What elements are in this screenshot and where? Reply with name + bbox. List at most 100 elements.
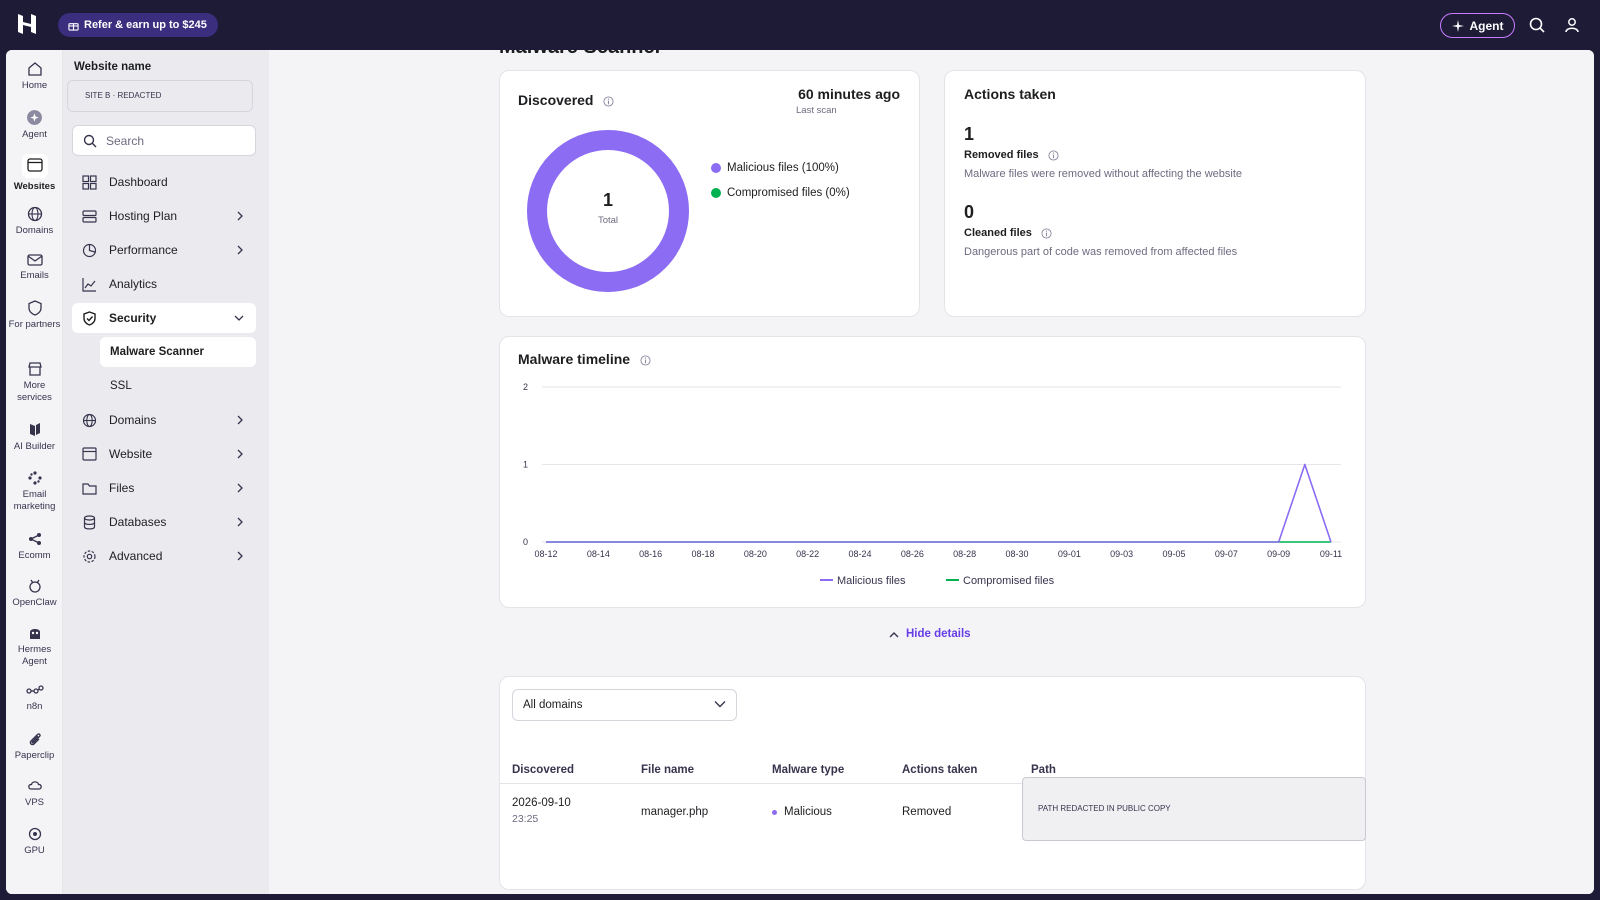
refer-earn-button[interactable]: Refer & earn up to $245 [58,13,218,37]
sidebar-item-label: Website [109,447,153,461]
websites-icon [26,157,43,172]
discovered-donut-chart: 1 Total [527,130,689,292]
row-path-text: PATH REDACTED IN PUBLIC COPY [1038,804,1171,813]
sidebar-item-hosting-plan[interactable]: Hosting Plan [72,201,256,231]
rail-emails[interactable]: Emails [6,253,63,282]
last-scan-label: Last scan [796,105,837,116]
info-icon[interactable] [603,96,614,107]
removed-label: Removed files [964,149,1039,161]
chevron-down-icon [714,701,726,708]
sidebar-item-dashboard[interactable]: Dashboard [72,167,256,197]
malware-table-card: All domains Discovered File name Malware… [499,676,1366,890]
rail-openclaw[interactable]: OpenClaw [6,578,63,609]
search-placeholder: Search [106,133,145,148]
x-tick-label: 08-28 [953,549,976,559]
sidebar-item-files[interactable]: Files [72,473,256,503]
sidebar-item-databases[interactable]: Databases [72,507,256,537]
x-tick-label: 08-14 [587,549,610,559]
gpu-icon [28,827,41,841]
chevron-right-icon [237,483,243,493]
domain-filter-value: All domains [523,699,583,711]
rail-label: OpenClaw [12,597,57,608]
rail-label: For partners [8,319,61,330]
hostinger-logo[interactable] [16,12,38,36]
sidebar-search-input[interactable]: Search [72,125,256,156]
y-tick-label: 2 [523,382,528,392]
row-malware-type-label: Malicious [784,806,832,818]
agent-icon [27,110,42,125]
sidebar-item-label: Domains [109,413,157,427]
rail-websites[interactable]: Websites [6,154,63,193]
browser-icon [81,447,97,461]
rail-domains[interactable]: Domains [6,206,63,237]
legend-malicious: Malicious files (100%) [711,162,839,174]
page-title: Malware Scanner [499,50,662,59]
sidebar-item-label: Files [109,481,135,495]
info-icon[interactable] [1041,228,1052,239]
info-icon[interactable] [1048,150,1059,161]
rail-ecomm[interactable]: Ecomm [6,531,63,562]
globe-icon [82,413,96,427]
rail-gpu[interactable]: GPU [6,826,63,857]
hide-details-button[interactable]: Hide details [889,628,971,640]
sidebar-item-label: Databases [109,515,167,529]
subitem-label: SSL [110,380,132,392]
rail-label: Agent [22,129,47,140]
rail-ai-builder[interactable]: AI Builder [6,422,63,453]
domain-filter-select[interactable]: All domains [512,689,737,721]
sidebar-item-domains[interactable]: Domains [72,405,256,435]
sidebar-subitem-malware-scanner[interactable]: Malware Scanner [100,337,256,367]
sidebar-title: Website name [74,61,152,73]
rail-email-marketing[interactable]: Email marketing [6,470,63,513]
chevron-up-icon [889,631,899,637]
sidebar-item-security[interactable]: Security [72,303,256,333]
col-path: Path [1031,764,1056,776]
website-selector[interactable]: SITE B · REDACTED [67,80,253,112]
sidebar-item-label: Advanced [109,549,163,563]
rail-home[interactable]: Home [6,61,63,92]
chevron-down-icon [234,315,244,321]
x-tick-label: 08-22 [796,549,819,559]
rail-label: Ecomm [18,550,51,561]
rail-paperclip[interactable]: Paperclip [6,731,63,762]
sidebar-item-advanced[interactable]: Advanced [72,541,256,571]
sidebar-item-label: Analytics [109,277,158,291]
sidebar-item-label: Performance [109,243,178,257]
top-bar: Refer & earn up to $245 Agent [0,0,1600,50]
chevron-right-icon [237,415,243,425]
y-tick-label: 1 [523,460,528,470]
rail-n8n[interactable]: n8n [6,684,63,713]
sidebar-item-analytics[interactable]: Analytics [72,269,256,299]
cleaned-count: 0 [964,202,975,222]
rail-label: Websites [13,181,56,192]
search-icon [83,134,97,147]
sidebar-item-website[interactable]: Website [72,439,256,469]
rail-hermes-agent[interactable]: Hermes Agent [6,625,63,668]
hermes-icon [29,629,40,639]
x-tick-label: 09-11 [1320,549,1342,559]
rail-more-services[interactable]: More services [6,361,63,404]
x-tick-label: 08-12 [534,549,557,559]
subitem-label: Malware Scanner [110,346,204,358]
row-time: 23:25 [512,813,539,825]
timeline-chart: 0 1 2 08-12 08-14 08-16 08-18 08-20 08-22 08-24 08… [523,382,1342,587]
icon-rail: Home Agent Websites Domains Emails For p… [6,50,63,894]
websites-icon-wrap [21,154,48,178]
search-icon[interactable] [1528,16,1546,34]
ai-builder-icon [29,423,40,436]
sidebar-item-performance[interactable]: Performance [72,235,256,265]
rail-for-partners[interactable]: For partners [6,300,63,331]
database-icon [83,514,95,529]
discovered-title: Discovered [518,92,614,108]
dashboard-icon [81,174,97,190]
x-tick-label: 08-16 [639,549,662,559]
rail-vps[interactable]: VPS [6,778,63,809]
account-icon[interactable] [1563,16,1581,34]
globe-icon [27,206,42,222]
agent-button[interactable]: Agent [1440,13,1515,38]
col-file-name: File name [641,764,695,776]
row-date: 2026-09-10 [512,797,571,809]
sidebar-subitem-ssl[interactable]: SSL [100,371,256,401]
donut-total-label: Total [598,215,618,226]
rail-agent[interactable]: Agent [6,109,63,141]
